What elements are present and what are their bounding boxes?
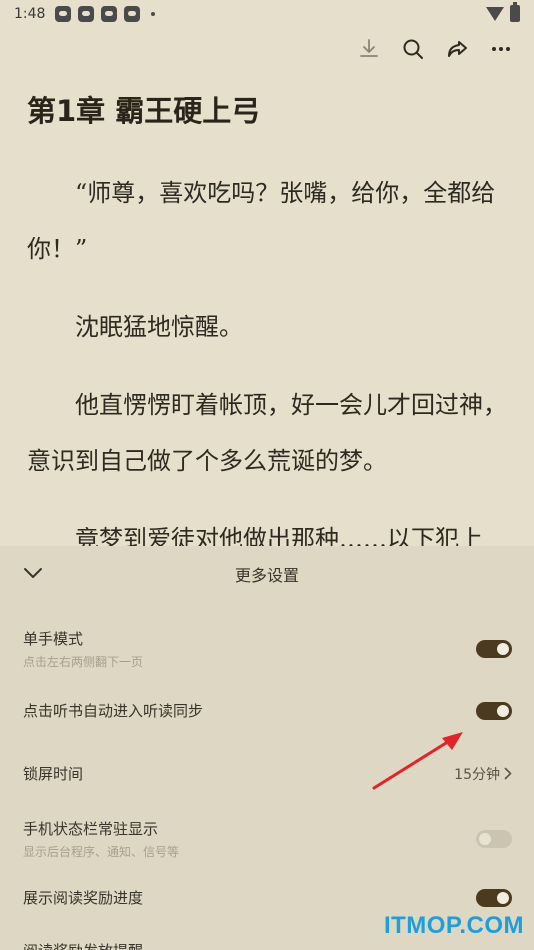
toggle-knob (497, 643, 509, 655)
notification-icon (124, 6, 141, 22)
reader-toolbar (356, 36, 514, 62)
toggle-knob (497, 704, 509, 717)
setting-description: 点击左右两侧翻下一页 (23, 655, 144, 669)
share-icon[interactable] (444, 36, 470, 62)
watermark: ITMOP.COM (383, 912, 524, 939)
panel-header: 更多设置 (0, 546, 534, 601)
notification-icon (101, 6, 118, 22)
listen-sync-toggle[interactable] (476, 701, 512, 720)
toggle-knob (479, 833, 491, 845)
setting-listen-sync[interactable]: 点击听书自动进入听读同步 (23, 700, 512, 721)
setting-reward-reminder[interactable]: 阅读奖励发放提醒 (23, 940, 512, 950)
download-icon[interactable] (356, 36, 382, 62)
more-icon[interactable] (488, 36, 514, 62)
setting-label: 展示阅读奖励进度 (23, 889, 144, 907)
paragraph: 他直愣愣盯着帐顶，好一会儿才回过神，意识到自己做了个多么荒诞的梦。 (27, 391, 507, 475)
paragraph: “师尊，喜欢吃吗？张嘴，给你，全都给你！” (27, 179, 496, 263)
search-icon[interactable] (400, 36, 426, 62)
chevron-right-icon (504, 767, 512, 780)
paragraph: 沈眠猛地惊醒。 (75, 313, 243, 341)
setting-one-hand-mode[interactable]: 单手模式 点击左右两侧翻下一页 (23, 628, 512, 670)
annotation-arrow-icon (372, 732, 463, 790)
toggle-knob (497, 891, 509, 904)
wifi-icon (486, 6, 504, 21)
setting-reading-reward-progress[interactable]: 展示阅读奖励进度 (23, 887, 512, 908)
notification-icon (78, 6, 95, 22)
setting-label: 手机状态栏常驻显示 (23, 820, 159, 838)
notification-icon (55, 6, 72, 22)
chapter-title: 第1章 霸王硬上弓 (27, 94, 261, 128)
setting-description: 显示后台程序、通知、信号等 (23, 845, 180, 859)
status-bar-display-toggle[interactable] (476, 830, 512, 848)
setting-label: 单手模式 (23, 630, 84, 648)
reading-reward-progress-toggle[interactable] (476, 888, 512, 907)
more-notifications-icon (151, 12, 156, 16)
setting-label: 锁屏时间 (23, 765, 84, 783)
chapter-content[interactable]: “师尊，喜欢吃吗？张嘴，给你，全都给你！” 沈眠猛地惊醒。 他直愣愣盯着帐顶，好… (27, 165, 512, 589)
setting-label: 点击听书自动进入听读同步 (23, 702, 204, 720)
status-bar: 1:48 (0, 0, 534, 28)
setting-status-bar-display[interactable]: 手机状态栏常驻显示 显示后台程序、通知、信号等 (23, 818, 512, 860)
chevron-down-icon[interactable] (20, 562, 46, 584)
setting-label: 阅读奖励发放提醒 (23, 940, 143, 950)
battery-icon (510, 2, 520, 22)
status-time: 1:48 (14, 6, 46, 22)
one-hand-mode-toggle[interactable] (476, 640, 512, 658)
panel-title: 更多设置 (234, 565, 299, 585)
